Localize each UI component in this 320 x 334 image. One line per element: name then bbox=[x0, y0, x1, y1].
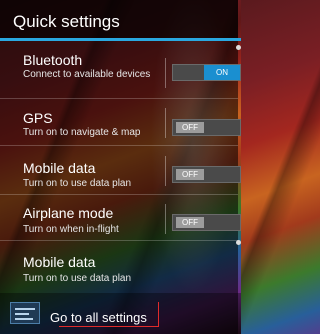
header: Quick settings bbox=[0, 0, 238, 40]
row-divider bbox=[165, 58, 166, 88]
toggle-state: OFF bbox=[176, 169, 204, 180]
row-divider bbox=[165, 156, 166, 186]
toggle-state: ON bbox=[204, 65, 240, 80]
setting-title: Airplane mode bbox=[23, 205, 114, 221]
setting-row-mobile-data-2[interactable]: Mobile data Turn on to use data plan bbox=[0, 241, 238, 293]
edge-dot bbox=[236, 240, 241, 245]
bluetooth-toggle[interactable]: ON bbox=[172, 64, 241, 81]
setting-row-bluetooth[interactable]: Bluetooth Connect to available devices O… bbox=[0, 41, 241, 99]
setting-subtitle: Turn on to use data plan bbox=[23, 273, 132, 284]
setting-row-gps[interactable]: GPS Turn on to navigate & map OFF bbox=[0, 99, 241, 146]
settings-sliders-icon bbox=[10, 302, 40, 324]
setting-title: Mobile data bbox=[23, 254, 96, 270]
airplane-mode-toggle[interactable]: OFF bbox=[172, 214, 241, 231]
toggle-state: OFF bbox=[176, 122, 204, 133]
setting-title: Mobile data bbox=[23, 160, 96, 176]
page-title: Quick settings bbox=[13, 12, 120, 31]
row-divider bbox=[165, 108, 166, 138]
gps-toggle[interactable]: OFF bbox=[172, 119, 241, 136]
setting-subtitle: Connect to available devices bbox=[23, 69, 151, 80]
mobile-data-toggle[interactable]: OFF bbox=[172, 166, 241, 183]
setting-title: Bluetooth bbox=[23, 52, 83, 68]
callout-highlight bbox=[59, 302, 159, 327]
edge-dot bbox=[236, 45, 241, 50]
setting-row-airplane-mode[interactable]: Airplane mode Turn on when in-flight OFF bbox=[0, 195, 241, 241]
row-divider bbox=[165, 204, 166, 234]
setting-row-mobile-data[interactable]: Mobile data Turn on to use data plan OFF bbox=[0, 146, 241, 195]
setting-title: GPS bbox=[23, 110, 53, 126]
setting-subtitle: Turn on to use data plan bbox=[23, 178, 132, 189]
setting-subtitle: Turn on to navigate & map bbox=[23, 127, 141, 138]
setting-subtitle: Turn on when in-flight bbox=[23, 224, 119, 235]
toggle-state: OFF bbox=[176, 217, 204, 228]
